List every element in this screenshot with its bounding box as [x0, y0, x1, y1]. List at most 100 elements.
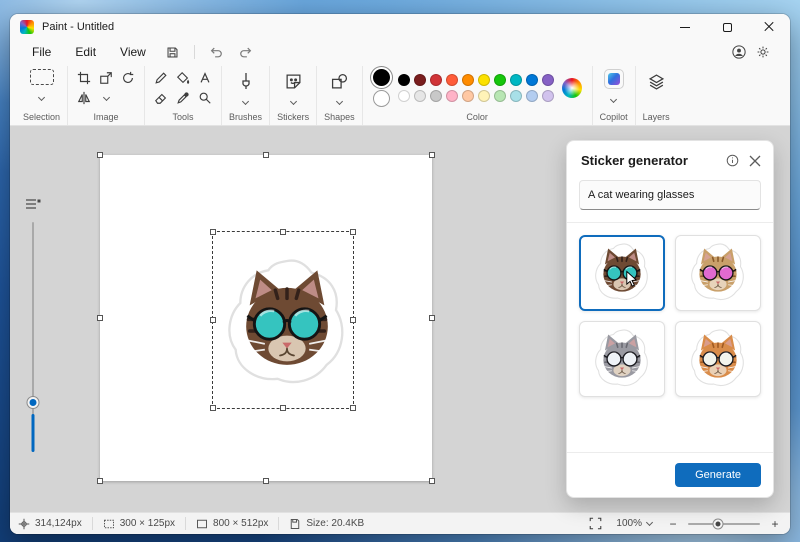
sticker-result-2[interactable] — [675, 235, 761, 311]
image-more-button[interactable] — [97, 89, 115, 107]
info-button[interactable] — [726, 154, 739, 167]
prompt-input[interactable] — [579, 180, 761, 210]
magnifier-button[interactable] — [196, 89, 214, 107]
color-swatch[interactable] — [510, 90, 522, 102]
resize-button[interactable] — [97, 69, 115, 87]
ribbon-group-shapes[interactable]: Shapes — [316, 66, 362, 125]
fill-bucket-icon — [176, 71, 190, 85]
zoom-slider[interactable] — [688, 518, 760, 530]
undo-button[interactable] — [203, 42, 229, 62]
eyedropper-icon — [176, 91, 190, 105]
magnifier-icon — [198, 91, 212, 105]
color-swatch[interactable] — [526, 90, 538, 102]
resize-handle[interactable] — [97, 478, 103, 484]
sticker-result-1[interactable] — [579, 235, 665, 311]
window-title: Paint - Untitled — [42, 21, 114, 33]
minimize-button[interactable] — [664, 14, 706, 40]
ribbon-group-stickers[interactable]: Stickers — [269, 66, 316, 125]
close-icon — [749, 155, 761, 167]
brush-icon — [238, 72, 254, 90]
ribbon-group-layers[interactable]: Layers — [635, 66, 677, 125]
resize-handle[interactable] — [97, 315, 103, 321]
thumbnail-panel-icon[interactable] — [25, 198, 41, 212]
selection-handle[interactable] — [350, 405, 356, 411]
sticker-selection[interactable] — [212, 231, 354, 409]
title-bar[interactable]: Paint - Untitled — [10, 14, 790, 40]
resize-handle[interactable] — [429, 478, 435, 484]
selection-handle[interactable] — [350, 317, 356, 323]
secondary-color-indicator[interactable] — [373, 90, 390, 107]
panel-close-button[interactable] — [749, 155, 761, 167]
maximize-button[interactable] — [706, 14, 748, 40]
fill-bucket-button[interactable] — [174, 69, 192, 87]
color-swatch[interactable] — [526, 74, 538, 86]
pencil-button[interactable] — [152, 69, 170, 87]
resize-handle[interactable] — [263, 478, 269, 484]
menu-file[interactable]: File — [22, 43, 61, 61]
zoom-level-dropdown[interactable]: 100% — [610, 516, 658, 531]
group-label-stickers: Stickers — [277, 112, 309, 123]
selection-handle[interactable] — [210, 317, 216, 323]
text-tool-icon — [198, 71, 212, 85]
generate-button[interactable]: Generate — [675, 463, 761, 487]
canvas-cat-sticker[interactable] — [217, 236, 357, 412]
color-swatch[interactable] — [462, 90, 474, 102]
selection-handle[interactable] — [350, 229, 356, 235]
resize-handle[interactable] — [429, 152, 435, 158]
selection-size-value: 300 × 125px — [120, 518, 175, 529]
sticker-result-4[interactable] — [675, 321, 761, 397]
selection-handle[interactable] — [280, 405, 286, 411]
settings-gear-icon[interactable] — [756, 45, 770, 59]
ribbon-group-copilot[interactable]: Copilot — [592, 66, 635, 125]
color-picker-wheel[interactable] — [562, 78, 582, 98]
vertical-zoom-slider[interactable] — [26, 222, 40, 452]
canvas-size-status: 800 × 512px — [196, 518, 268, 530]
sticker-result-3[interactable] — [579, 321, 665, 397]
redo-button[interactable] — [233, 42, 259, 62]
text-tool-button[interactable] — [196, 69, 214, 87]
ribbon-group-selection[interactable]: Selection — [16, 66, 67, 125]
color-swatch[interactable] — [446, 90, 458, 102]
color-swatch[interactable] — [494, 90, 506, 102]
flip-button[interactable] — [75, 89, 93, 107]
color-swatch[interactable] — [414, 90, 426, 102]
color-swatch[interactable] — [430, 90, 442, 102]
menu-view[interactable]: View — [110, 43, 156, 61]
color-swatch[interactable] — [446, 74, 458, 86]
sticker-generator-panel: Sticker generator — [566, 140, 774, 498]
color-swatch[interactable] — [478, 74, 490, 86]
resize-handle[interactable] — [429, 315, 435, 321]
slider-thumb[interactable] — [28, 397, 39, 408]
selection-handle[interactable] — [210, 405, 216, 411]
color-swatch[interactable] — [398, 90, 410, 102]
color-swatch[interactable] — [414, 74, 426, 86]
primary-color-indicator[interactable] — [373, 69, 390, 86]
eyedropper-button[interactable] — [174, 89, 192, 107]
color-swatch[interactable] — [542, 90, 554, 102]
drawing-canvas[interactable] — [100, 155, 432, 481]
zoom-out-button[interactable]: − — [666, 517, 680, 531]
ribbon-group-brushes[interactable]: Brushes — [221, 66, 269, 125]
resize-handle[interactable] — [263, 152, 269, 158]
color-swatch[interactable] — [478, 90, 490, 102]
color-swatch[interactable] — [398, 74, 410, 86]
zoom-fit-icon[interactable] — [589, 517, 602, 530]
sticker-results-grid — [567, 223, 773, 452]
color-swatch[interactable] — [494, 74, 506, 86]
color-swatch[interactable] — [542, 74, 554, 86]
eraser-button[interactable] — [152, 89, 170, 107]
selection-handle[interactable] — [280, 229, 286, 235]
color-swatch[interactable] — [510, 74, 522, 86]
rotate-button[interactable] — [119, 69, 137, 87]
crop-button[interactable] — [75, 69, 93, 87]
resize-handle[interactable] — [97, 152, 103, 158]
zoom-slider-thumb[interactable] — [714, 519, 723, 528]
save-button[interactable] — [160, 42, 186, 62]
close-button[interactable] — [748, 14, 790, 40]
color-swatch[interactable] — [430, 74, 442, 86]
color-swatch[interactable] — [462, 74, 474, 86]
zoom-in-button[interactable]: + — [768, 517, 782, 531]
selection-handle[interactable] — [210, 229, 216, 235]
menu-edit[interactable]: Edit — [65, 43, 106, 61]
account-icon[interactable] — [732, 45, 746, 59]
